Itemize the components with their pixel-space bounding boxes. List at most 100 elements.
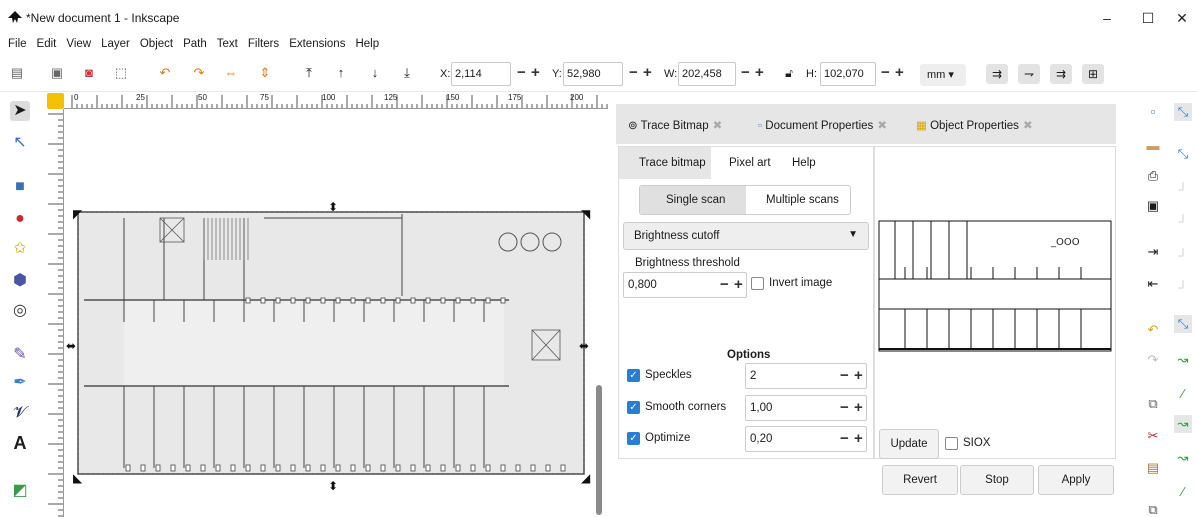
menu-view[interactable]: View	[66, 38, 91, 50]
rotate-ccw-icon[interactable]: ↶	[158, 66, 172, 80]
trace-mode-dropdown[interactable]: Brightness cutoff ▼	[623, 222, 869, 250]
threshold-decrement[interactable]: −	[720, 277, 729, 292]
pen-tool-icon[interactable]: ✒	[10, 373, 30, 393]
open-file-icon[interactable]: ▬	[1144, 137, 1162, 155]
h-decrement-button[interactable]: −	[881, 65, 890, 80]
subtab-pixel-art[interactable]: Pixel art	[729, 157, 771, 169]
threshold-increment[interactable]: +	[734, 277, 743, 292]
threshold-input[interactable]: 0,800 − +	[623, 272, 747, 298]
snap-cusp-icon[interactable]: ↝	[1174, 415, 1192, 433]
cut-icon[interactable]: ✂	[1144, 427, 1162, 445]
menu-path[interactable]: Path	[183, 38, 207, 50]
copy-icon[interactable]: ⧉	[1144, 395, 1162, 413]
select-same-icon[interactable]: ◙	[82, 66, 96, 80]
save-icon[interactable]: ▣	[1144, 197, 1162, 215]
siox-checkbox[interactable]	[945, 437, 958, 450]
x-increment-button[interactable]: +	[531, 65, 540, 80]
optimize-input[interactable]: 0,20 − +	[745, 426, 867, 452]
canvas-vertical-scrollbar[interactable]	[594, 110, 606, 517]
h-input[interactable]: 102,070	[820, 62, 876, 86]
subtab-trace-bitmap[interactable]: Trace bitmap	[639, 157, 706, 169]
tab-trace-bitmap[interactable]: ⊚ Trace Bitmap ✖	[628, 118, 722, 132]
smooth-decrement[interactable]: −	[840, 400, 849, 415]
single-scan-button[interactable]: Single scan	[666, 194, 725, 206]
y-input[interactable]: 52,980	[563, 62, 623, 86]
optimize-decrement[interactable]: −	[840, 431, 849, 446]
speckles-input[interactable]: 2 − +	[745, 363, 867, 389]
spiral-tool-icon[interactable]: ◎	[10, 301, 30, 321]
raise-icon[interactable]: ↑	[334, 66, 348, 80]
flip-horizontal-icon[interactable]: ⇔	[224, 66, 238, 80]
w-input[interactable]: 202,458	[678, 62, 736, 86]
lower-icon[interactable]: ↓	[368, 66, 382, 80]
apply-button[interactable]: Apply	[1038, 465, 1114, 495]
w-decrement-button[interactable]: −	[741, 65, 750, 80]
subtab-help[interactable]: Help	[792, 157, 816, 169]
transform-gradients-button[interactable]: ⇉	[1050, 64, 1072, 84]
menu-layer[interactable]: Layer	[101, 38, 130, 50]
deselect-icon[interactable]: ⬚	[114, 66, 128, 80]
menu-file[interactable]: File	[8, 38, 27, 50]
close-tab-icon[interactable]: ✖	[1023, 120, 1033, 132]
snap-intersections-icon[interactable]: ⁄	[1174, 385, 1192, 403]
snap-midpoints-icon[interactable]: ⁄	[1174, 483, 1192, 501]
rectangle-tool-icon[interactable]: ■	[10, 177, 30, 197]
snap-bbox-corner-icon[interactable]: ┘	[1174, 213, 1192, 231]
optimize-increment[interactable]: +	[854, 431, 863, 446]
snap-bbox-icon[interactable]: ⤡	[1174, 145, 1192, 163]
h-increment-button[interactable]: +	[895, 65, 904, 80]
speckles-checkbox[interactable]: ✓	[627, 369, 640, 382]
redo-icon[interactable]: ↷	[1144, 351, 1162, 369]
y-decrement-button[interactable]: −	[629, 65, 638, 80]
raise-to-top-icon[interactable]: ⤒	[302, 66, 316, 80]
node-tool-icon[interactable]: ↖	[10, 133, 30, 153]
minimize-button[interactable]: –	[1092, 8, 1122, 28]
snap-paths-icon[interactable]: ↝	[1174, 351, 1192, 369]
tab-document-properties[interactable]: ▫ Document Properties ✖	[758, 118, 887, 132]
star-tool-icon[interactable]: ✩	[10, 239, 30, 259]
x-decrement-button[interactable]: −	[517, 65, 526, 80]
circle-tool-icon[interactable]: ●	[10, 209, 30, 229]
scale-corners-button[interactable]: ⇁	[1018, 64, 1040, 84]
scale-stroke-button[interactable]: ⇉	[986, 64, 1008, 84]
gradient-tool-icon[interactable]: ◩	[10, 481, 30, 501]
paste-icon[interactable]: ▤	[1144, 459, 1162, 477]
menu-text[interactable]: Text	[217, 38, 238, 50]
snap-bbox-center-icon[interactable]: ┘	[1174, 279, 1192, 297]
speckles-increment[interactable]: +	[854, 368, 863, 383]
print-icon[interactable]: ⎙	[1144, 167, 1162, 185]
smooth-corners-input[interactable]: 1,00 − +	[745, 395, 867, 421]
rotate-cw-icon[interactable]: ↷	[192, 66, 206, 80]
flip-vertical-icon[interactable]: ⇕	[258, 66, 272, 80]
smooth-increment[interactable]: +	[854, 400, 863, 415]
tab-object-properties[interactable]: ▦ Object Properties ✖	[916, 118, 1033, 132]
duplicate-icon[interactable]: ⧉	[1144, 501, 1162, 517]
update-button[interactable]: Update	[879, 429, 939, 459]
maximize-button[interactable]: ☐	[1133, 8, 1163, 28]
close-tab-icon[interactable]: ✖	[713, 120, 723, 132]
new-document-icon[interactable]: ▫	[1144, 103, 1162, 121]
undo-icon[interactable]: ↶	[1144, 321, 1162, 339]
stop-button[interactable]: Stop	[960, 465, 1034, 495]
pencil-tool-icon[interactable]: ✎	[10, 345, 30, 365]
snap-nodes-icon[interactable]: ⤡	[1174, 315, 1192, 333]
menu-object[interactable]: Object	[140, 38, 173, 50]
w-increment-button[interactable]: +	[755, 65, 764, 80]
close-tab-icon[interactable]: ✖	[877, 120, 887, 132]
text-tool-icon[interactable]: A	[10, 433, 30, 453]
import-icon[interactable]: ⇥	[1144, 243, 1162, 261]
canvas[interactable]: ⬍ ⬍ ⬌ ⬌ ◤ ◥ ◣ ◢	[64, 110, 594, 517]
optimize-checkbox[interactable]: ✓	[627, 432, 640, 445]
lock-ratio-icon[interactable]: 🔓︎	[782, 66, 796, 80]
select-all-icon[interactable]: ▤	[10, 66, 24, 80]
lower-to-bottom-icon[interactable]: ⤓	[400, 66, 414, 80]
unit-select[interactable]: mm ▾	[920, 64, 966, 86]
smooth-corners-checkbox[interactable]: ✓	[627, 401, 640, 414]
box3d-tool-icon[interactable]: ⬢	[10, 271, 30, 291]
y-increment-button[interactable]: +	[643, 65, 652, 80]
select-all-layers-icon[interactable]: ▣	[50, 66, 64, 80]
transform-patterns-button[interactable]: ⊞	[1082, 64, 1104, 84]
close-button[interactable]: ✕	[1167, 8, 1197, 28]
lock-guides-icon[interactable]	[47, 93, 64, 109]
snap-bbox-midpoint-icon[interactable]: ┘	[1174, 247, 1192, 265]
